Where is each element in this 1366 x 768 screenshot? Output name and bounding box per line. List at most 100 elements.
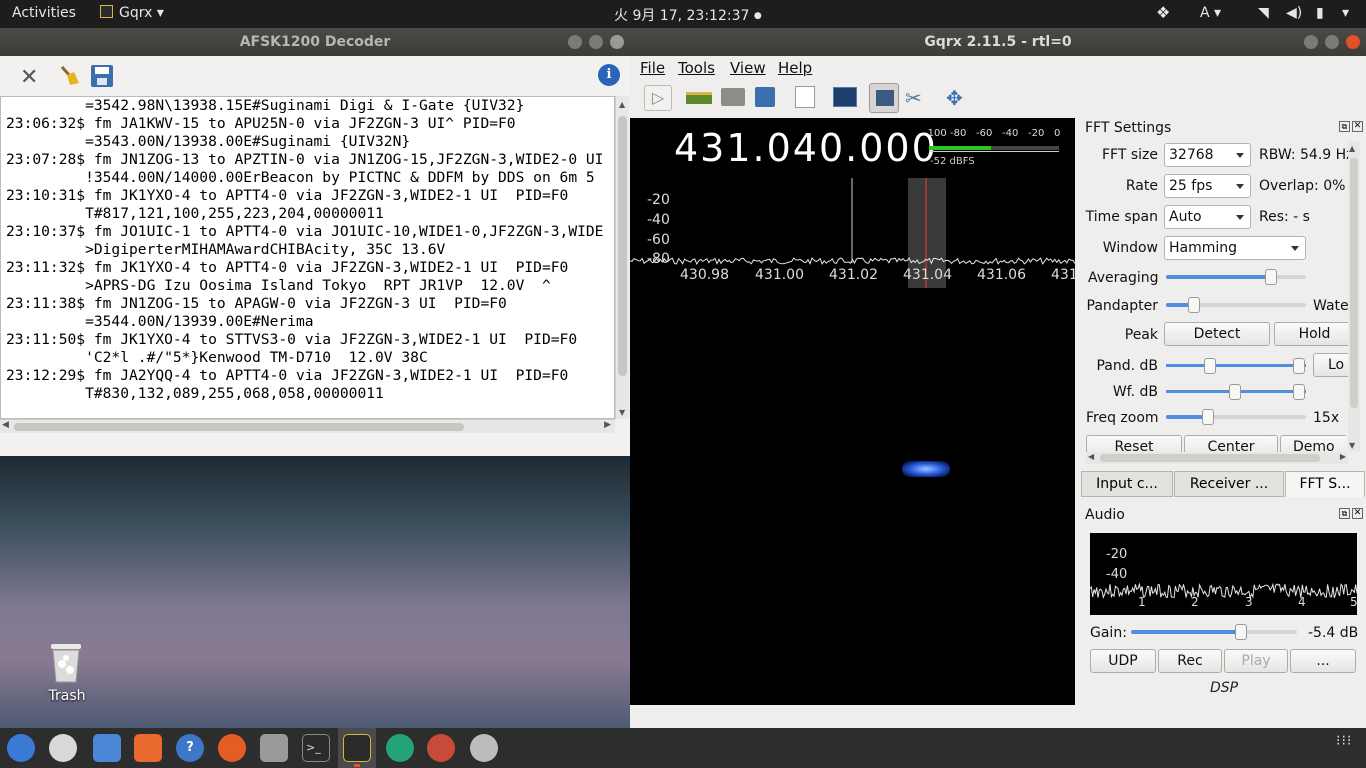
input-method[interactable]: A ▾ (1200, 5, 1221, 21)
averaging-label: Averaging (1088, 270, 1159, 286)
play-button[interactable]: Play (1224, 649, 1288, 673)
bookmark-icon[interactable] (795, 86, 815, 108)
audio-options-button[interactable]: ... (1290, 649, 1356, 673)
vertical-scrollbar[interactable]: ▲ ▼ (615, 96, 629, 419)
signal-trace (902, 461, 950, 477)
range-knob-low[interactable] (1229, 384, 1241, 400)
thunderbird-icon[interactable] (7, 734, 35, 762)
timespan-select[interactable]: Auto (1164, 205, 1251, 229)
udp-button[interactable]: UDP (1090, 649, 1156, 673)
fft-size-select[interactable]: 32768 (1164, 143, 1251, 167)
pand-db-range-slider[interactable] (1166, 358, 1306, 374)
satellite-icon[interactable] (386, 734, 414, 762)
decoder-output[interactable]: =3542.98N\13938.15E#Suginami Digi & I-Ga… (0, 96, 615, 419)
maximize-icon[interactable] (589, 35, 603, 49)
minimize-icon[interactable] (568, 35, 582, 49)
open-folder-icon[interactable] (721, 88, 745, 106)
signal-meter: -100 -80 -60 -40 -20 0 -52 dBFS (924, 128, 1064, 168)
device-icon[interactable] (686, 92, 712, 104)
files-icon[interactable] (260, 734, 288, 762)
battery-icon[interactable]: ▮ (1316, 5, 1324, 21)
start-dsp-button[interactable]: ▷ (644, 85, 672, 111)
software-center-icon[interactable] (134, 734, 162, 762)
audio-spectrum[interactable]: -20 -40 1 2 3 4 5 (1090, 533, 1358, 615)
clear-icon[interactable]: ✕ (20, 65, 38, 90)
app-menu[interactable]: Gqrx ▾ (100, 5, 164, 21)
log-line: T#830,132,089,255,068,058,00000011 (6, 385, 384, 402)
close-icon[interactable] (610, 35, 624, 49)
activities-button[interactable]: Activities (12, 5, 76, 21)
gqrx-dock-icon[interactable] (343, 734, 371, 762)
range-knob-high[interactable] (1293, 384, 1305, 400)
minimize-icon[interactable] (1304, 35, 1318, 49)
running-indicator (354, 764, 360, 767)
save-settings-icon[interactable] (755, 87, 775, 107)
freq-zoom-slider[interactable] (1166, 409, 1306, 425)
demod-button[interactable]: Demo (1280, 435, 1346, 452)
save-icon[interactable] (91, 65, 113, 87)
fft-settings-hscroll[interactable]: ◀ ▶ (1086, 452, 1348, 464)
dropbox-icon[interactable]: ❖ (1156, 3, 1170, 22)
fft-settings-vscroll[interactable]: ▲ ▼ (1348, 142, 1360, 452)
close-icon[interactable]: ✕ (1352, 121, 1363, 132)
waterfall-display[interactable] (630, 288, 1075, 705)
menu-file[interactable]: File (640, 59, 665, 77)
close-icon[interactable] (1346, 35, 1360, 49)
help-icon[interactable]: ? (176, 734, 204, 762)
float-icon[interactable]: ⧉ (1339, 508, 1350, 519)
log-line: 23:11:38$ fm JN1ZOG-15 to APAGW-0 via JF… (6, 295, 507, 312)
tab-input-controls[interactable]: Input c... (1081, 471, 1173, 497)
range-knob-high[interactable] (1293, 358, 1305, 374)
power-menu-icon[interactable]: ▾ (1342, 5, 1349, 21)
writer-icon[interactable] (93, 734, 121, 762)
fft-view-icon[interactable] (833, 87, 857, 107)
slider-knob[interactable] (1202, 409, 1214, 425)
wf-db-range-slider[interactable] (1166, 384, 1306, 400)
firefox-icon[interactable] (218, 734, 246, 762)
menu-tools[interactable]: Tools (678, 59, 715, 77)
reset-button[interactable]: Reset (1086, 435, 1182, 452)
range-knob-low[interactable] (1204, 358, 1216, 374)
info-icon[interactable]: i (598, 64, 620, 86)
rate-select[interactable]: 25 fps (1164, 174, 1251, 198)
trash-icon[interactable] (47, 640, 85, 684)
afsk-titlebar[interactable]: AFSK1200 Decoder (0, 28, 630, 56)
audio-freq-label: 3 (1245, 595, 1253, 609)
center-button[interactable]: Center (1184, 435, 1278, 452)
pandapter-waterfall-slider[interactable] (1166, 297, 1306, 313)
remote-control-button[interactable] (869, 83, 899, 113)
tools-icon[interactable]: ✂ (905, 86, 922, 110)
rec-button[interactable]: Rec (1158, 649, 1222, 673)
slider-knob[interactable] (1188, 297, 1200, 313)
res-label: Res: - s (1259, 209, 1310, 225)
settings-tools-icon[interactable] (427, 734, 455, 762)
menu-help[interactable]: Help (778, 59, 812, 77)
tab-fft-settings[interactable]: FFT S... (1285, 471, 1365, 497)
slider-knob[interactable] (1234, 624, 1247, 640)
audio-gain-slider[interactable] (1131, 624, 1297, 640)
menu-view[interactable]: View (730, 59, 766, 77)
radio-icon[interactable] (470, 734, 498, 762)
clock[interactable]: 火 9月 17, 23:12:37 ● (614, 5, 762, 25)
db-label: -60 (647, 232, 670, 248)
gqrx-titlebar[interactable]: Gqrx 2.11.5 - rtl=0 (630, 28, 1366, 56)
peak-hold-button[interactable]: Hold (1274, 322, 1354, 346)
peak-detect-button[interactable]: Detect (1164, 322, 1270, 346)
tab-receiver-options[interactable]: Receiver ... (1174, 471, 1284, 497)
wifi-icon[interactable]: ◥ (1258, 5, 1269, 21)
broom-icon[interactable] (58, 64, 80, 86)
input-method-label: A (1200, 5, 1210, 21)
horizontal-scrollbar[interactable]: ◀ ▶ (0, 419, 615, 433)
float-icon[interactable]: ⧉ (1339, 121, 1350, 132)
maximize-icon[interactable] (1325, 35, 1339, 49)
slider-knob[interactable] (1265, 269, 1277, 285)
fullscreen-icon[interactable]: ✥ (946, 86, 963, 110)
freq-zoom-label: Freq zoom (1086, 410, 1159, 426)
volume-icon[interactable]: ◀) (1286, 5, 1302, 21)
rhythmbox-icon[interactable] (49, 734, 77, 762)
show-apps-icon[interactable]: ⁝⁝⁝ (1336, 734, 1354, 756)
window-select[interactable]: Hamming (1164, 236, 1306, 260)
terminal-icon[interactable]: >_ (302, 734, 330, 762)
close-icon[interactable]: ✕ (1352, 508, 1363, 519)
averaging-slider[interactable] (1166, 269, 1306, 285)
